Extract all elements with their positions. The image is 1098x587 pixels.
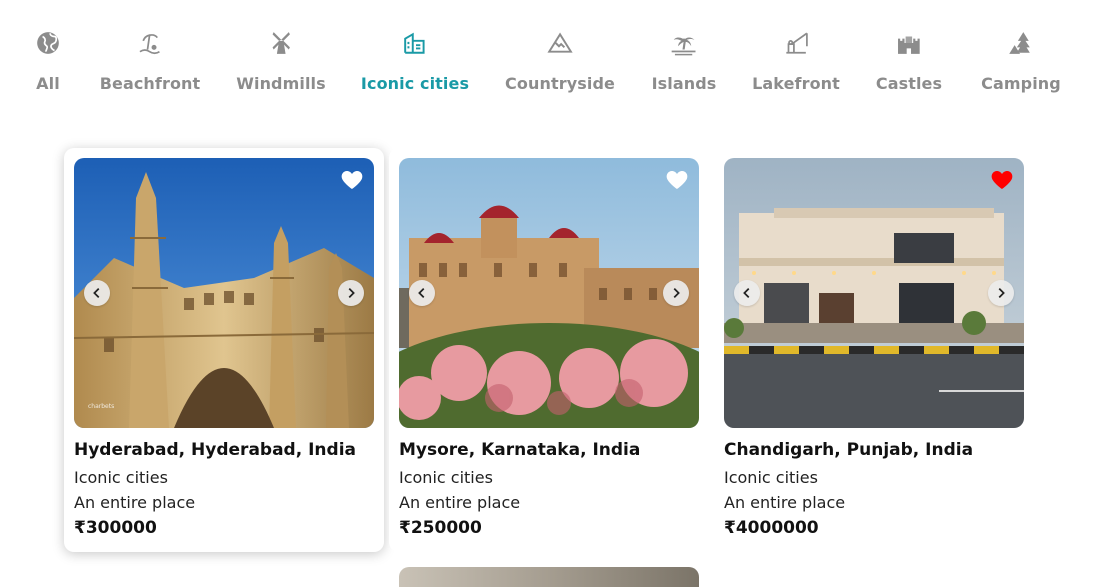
listing-title: Hyderabad, Hyderabad, India (74, 440, 356, 460)
beach-icon (135, 28, 165, 58)
previous-image-button[interactable] (84, 280, 110, 306)
listing-category: Iconic cities (724, 468, 818, 487)
category-label: All (36, 74, 60, 93)
category-bar: All Beachfront Windmills Iconic cities C… (0, 28, 1098, 98)
island-icon (669, 28, 699, 58)
category-lakefront[interactable]: Lakefront (752, 28, 840, 93)
category-islands[interactable]: Islands (652, 28, 717, 93)
category-castles[interactable]: Castles (876, 28, 942, 93)
favorite-heart-icon[interactable] (990, 168, 1014, 192)
fishing-icon (781, 28, 811, 58)
chevron-left-icon (93, 288, 100, 298)
listing-photo[interactable]: charbets (74, 158, 374, 428)
listing-type: An entire place (74, 493, 196, 512)
chevron-right-icon (673, 288, 680, 298)
next-image-button[interactable] (663, 280, 689, 306)
category-label: Lakefront (752, 74, 840, 93)
listing-type: An entire place (399, 493, 521, 512)
windmill-icon (266, 28, 296, 58)
listing-price: ₹250000 (399, 518, 482, 538)
category-iconic-cities[interactable]: Iconic cities (361, 28, 469, 93)
globe-icon (33, 28, 63, 58)
listing-photo[interactable] (724, 158, 1024, 428)
chevron-left-icon (418, 288, 425, 298)
chevron-left-icon (743, 288, 750, 298)
listing-card[interactable]: Mysore, Karnataka, India Iconic cities A… (389, 148, 709, 552)
castle-icon (894, 28, 924, 58)
listing-title: Mysore, Karnataka, India (399, 440, 641, 460)
category-beachfront[interactable]: Beachfront (100, 28, 201, 93)
chevron-right-icon (998, 288, 1005, 298)
listing-photo-partial[interactable] (399, 567, 699, 587)
category-countryside[interactable]: Countryside (505, 28, 615, 93)
listing-type: An entire place (724, 493, 846, 512)
listing-photo[interactable] (399, 158, 699, 428)
building-icon (400, 28, 430, 58)
listing-card[interactable]: charbets Hyderabad, Hyderabad, India Ico… (64, 148, 384, 552)
mountain-icon (545, 28, 575, 58)
listing-price: ₹300000 (74, 518, 157, 538)
previous-image-button[interactable] (409, 280, 435, 306)
category-label: Castles (875, 74, 943, 93)
listing-category: Iconic cities (74, 468, 168, 487)
camping-icon (1006, 28, 1036, 58)
photo-caption: charbets (88, 403, 115, 410)
category-label: Camping (981, 74, 1061, 93)
listing-card[interactable]: Chandigarh, Punjab, India Iconic cities … (714, 148, 1034, 552)
category-label: Iconic cities (360, 74, 470, 93)
favorite-heart-icon[interactable] (665, 168, 689, 192)
chevron-right-icon (348, 288, 355, 298)
listing-category: Iconic cities (399, 468, 493, 487)
category-label: Islands (651, 74, 717, 93)
next-image-button[interactable] (338, 280, 364, 306)
category-windmills[interactable]: Windmills (236, 28, 326, 93)
category-label: Windmills (236, 74, 326, 93)
category-camping[interactable]: Camping (981, 28, 1061, 93)
category-label: Beachfront (99, 74, 201, 93)
category-label: Countryside (505, 74, 615, 93)
next-image-button[interactable] (988, 280, 1014, 306)
favorite-heart-icon[interactable] (340, 168, 364, 192)
previous-image-button[interactable] (734, 280, 760, 306)
listing-title: Chandigarh, Punjab, India (724, 440, 974, 460)
listing-price: ₹4000000 (724, 518, 819, 538)
category-all[interactable]: All (33, 28, 63, 93)
